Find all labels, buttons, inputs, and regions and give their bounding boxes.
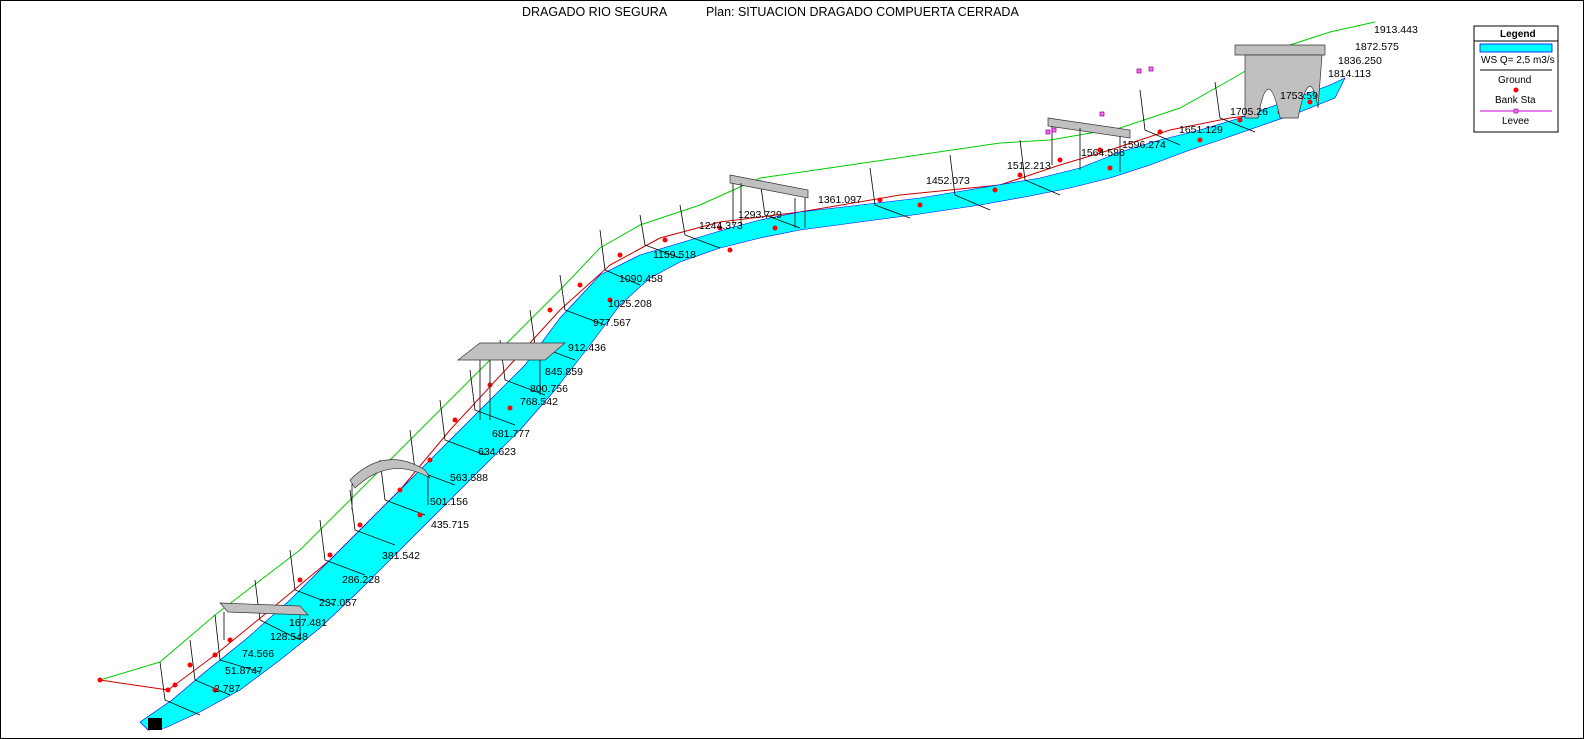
legend-bank-label: Bank Sta [1495, 95, 1536, 106]
station-label: 1596.274 [1122, 139, 1166, 151]
station-label: 912.436 [568, 342, 606, 354]
station-label: 435.715 [431, 519, 469, 531]
station-label: 128.548 [270, 631, 308, 643]
station-label: 51.8747 [225, 665, 263, 677]
legend: Legend WS Q= 2,5 m3/s Ground Bank Sta Le… [1473, 25, 1559, 133]
station-label: 1090.458 [619, 273, 663, 285]
legend-levee-marker [1513, 108, 1519, 114]
station-label: 237.057 [319, 597, 357, 609]
plan-title: Plan: SITUACION DRAGADO COMPUERTA CERRAD… [706, 5, 1019, 19]
project-title: DRAGADO RIO SEGURA [522, 5, 668, 19]
station-label: 977.567 [593, 317, 631, 329]
legend-title: Legend [1500, 29, 1536, 40]
station-label: 1651.129 [1179, 124, 1223, 136]
legend-levee-label: Levee [1502, 116, 1530, 127]
station-label: 845.859 [545, 366, 583, 378]
canvas-border [0, 0, 1584, 739]
station-label: 2.787 [214, 683, 240, 695]
station-label: 1452.073 [926, 175, 970, 187]
legend-bank-point [1513, 87, 1519, 93]
station-label: 381.542 [382, 550, 420, 562]
plan-view-canvas: DRAGADO RIO SEGURA Plan: SITUACION DRAGA… [0, 0, 1584, 739]
station-label: 167.481 [289, 617, 327, 629]
station-label: 1872.575 [1355, 41, 1399, 53]
station-label: 1836.250 [1338, 55, 1382, 67]
station-label: 681.777 [492, 428, 530, 440]
station-label: 1361.097 [818, 194, 862, 206]
station-label: 634.623 [478, 446, 516, 458]
station-label: 1753.59 [1280, 90, 1318, 102]
station-label: 286.228 [342, 574, 380, 586]
station-label: 800.756 [530, 383, 568, 395]
station-label: 74.566 [242, 648, 274, 660]
station-label: 1025.208 [608, 298, 652, 310]
station-label: 1564.586 [1081, 147, 1125, 159]
station-label: 1244.373 [699, 220, 743, 232]
station-label: 501.156 [430, 496, 468, 508]
outlet-marker [148, 718, 162, 730]
legend-ws-swatch [1479, 43, 1553, 53]
station-label: 1913.443 [1374, 24, 1418, 36]
legend-ground-label: Ground [1498, 75, 1531, 86]
station-label: 1293.729 [738, 209, 782, 221]
station-label: 1814.113 [1328, 68, 1371, 80]
station-label: 1159.518 [653, 249, 696, 261]
station-label: 768.542 [520, 396, 558, 408]
station-label: 1705.26 [1230, 106, 1268, 118]
legend-ws-label: WS Q= 2,5 m3/s [1481, 55, 1555, 66]
station-label: 563.588 [450, 472, 488, 484]
station-label: 1512.213 [1007, 160, 1051, 172]
